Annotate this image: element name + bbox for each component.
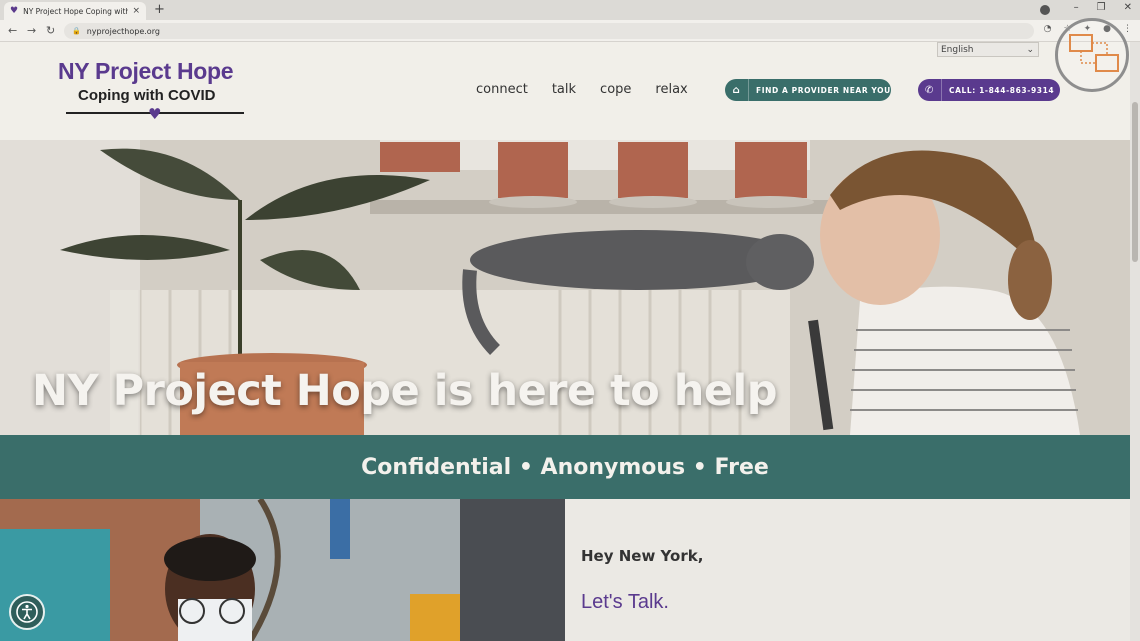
heart-icon: ♥ [10,6,19,16]
new-tab-button[interactable]: + [154,2,165,17]
greeting-text: Hey New York, [581,547,704,565]
logo-title: NY Project Hope [58,58,234,84]
lets-talk-heading: Let's Talk. [581,591,669,613]
lock-icon: 🔒 [72,27,81,35]
monitor-network-icon [1055,18,1129,92]
forward-icon[interactable]: → [27,24,36,37]
call-button[interactable]: ✆ CALL: 1-844-863-9314 [918,79,1060,101]
logo-subtitle: Coping with COVID [78,87,216,104]
hero-banner: NY Project Hope is here to help [0,140,1130,435]
nav-relax[interactable]: relax [655,82,687,97]
url-text: nyprojecthope.org [86,26,160,36]
reload-icon[interactable]: ↻ [46,24,55,37]
language-value: English [941,44,974,55]
heart-icon: ♥ [148,105,162,123]
restore-button[interactable]: ❐ [1097,2,1106,13]
browser-tab[interactable]: ♥ NY Project Hope Coping with CO × [4,2,146,20]
find-provider-label: FIND A PROVIDER NEAR YOU [756,85,891,95]
browser-window: ♥ NY Project Hope Coping with CO × + – ❐… [0,0,1140,641]
hero-headline: NY Project Hope is here to help [32,366,778,416]
accessibility-button[interactable] [9,594,45,630]
accessibility-icon [16,601,38,623]
street-photo [0,499,565,641]
main-nav: connect talk cope relax [476,82,688,97]
home-icon: ⌂ [725,79,749,101]
tab-close-icon[interactable]: × [132,6,140,16]
chevron-down-icon: ⌄ [1026,44,1034,55]
find-provider-button[interactable]: ⌂ FIND A PROVIDER NEAR YOU [725,79,891,101]
site-logo[interactable]: NY Project Hope Coping with COVID ♥ [58,58,248,123]
window-controls: – ❐ ✕ [1074,2,1132,13]
call-label: CALL: 1-844-863-9314 [949,85,1055,95]
nav-cope[interactable]: cope [600,82,631,97]
url-field[interactable]: 🔒 nyprojecthope.org [64,23,1034,39]
phone-icon: ✆ [918,79,942,101]
address-bar-row: ← → ↻ 🔒 nyprojecthope.org ◔ ☆ ✦ ● ⋮ [0,20,1140,42]
nav-connect[interactable]: connect [476,82,528,97]
nav-talk[interactable]: talk [552,82,576,97]
tagline-band: Confidential • Anonymous • Free [0,435,1130,499]
share-icon[interactable]: ◔ [1044,24,1052,34]
tab-bar: ♥ NY Project Hope Coping with CO × + – ❐… [0,0,1140,20]
record-icon[interactable] [1040,5,1050,15]
tab-title: NY Project Hope Coping with CO [23,6,129,16]
tagline-text: Confidential • Anonymous • Free [361,454,769,480]
language-select[interactable]: English ⌄ [937,42,1039,57]
close-window-button[interactable]: ✕ [1124,2,1132,13]
scrollbar-thumb[interactable] [1132,102,1138,262]
back-icon[interactable]: ← [8,24,17,37]
minimize-button[interactable]: – [1074,2,1079,13]
page-scrollbar[interactable] [1130,42,1140,641]
intro-panel: Hey New York, Let's Talk. [565,499,1130,641]
site-header: English ⌄ NY Project Hope Coping with CO… [0,42,1130,140]
